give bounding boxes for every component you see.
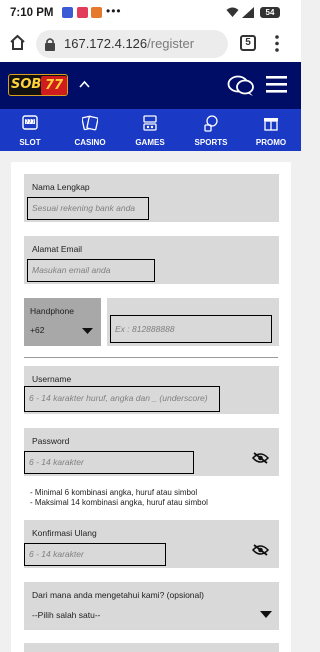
field-email: Alamat Email Masukan email anda: [24, 236, 279, 284]
nav-label: SLOT: [19, 138, 41, 147]
phone-code-select[interactable]: Handphone +62: [24, 298, 101, 346]
nama-input[interactable]: Sesuai rekening bank anda: [27, 197, 149, 220]
nav-item-games[interactable]: GAMES: [125, 109, 175, 151]
site-header: SOB 77: [0, 62, 301, 109]
password-input[interactable]: 6 - 14 karakter: [24, 451, 194, 474]
chat-icon[interactable]: [227, 75, 255, 97]
phone-label: Handphone: [30, 306, 74, 316]
slot-machine-icon: 777: [22, 115, 38, 130]
email-input[interactable]: Masukan email anda: [27, 259, 155, 282]
field-password: Password 6 - 14 karakter: [24, 428, 279, 476]
nav-label: GAMES: [135, 138, 165, 147]
phone-input[interactable]: Ex : 812888888: [110, 315, 272, 343]
source-selected: --Pilih salah satu--: [32, 610, 101, 620]
password-rule: - Maksimal 14 kombinasi angka, huruf ata…: [30, 498, 208, 507]
home-icon[interactable]: [9, 34, 26, 51]
sports-icon: [204, 115, 218, 132]
field-phone: Ex : 812888888: [107, 298, 279, 346]
dropdown-caret-icon: [82, 328, 93, 334]
eye-off-icon[interactable]: [252, 452, 269, 464]
cards-icon: [82, 115, 98, 131]
lock-icon[interactable]: [44, 37, 56, 51]
games-icon: [143, 115, 157, 131]
nav-label: SPORTS: [194, 138, 228, 147]
signal-icon: [242, 7, 254, 18]
field-konfirmasi: Konfirmasi Ulang 6 - 14 karakter: [24, 520, 279, 568]
address-bar[interactable]: 167.172.4.126/register: [36, 30, 228, 58]
nav-label: PROMO: [255, 138, 287, 147]
source-label: Dari mana anda mengetahui kami? (opsiona…: [32, 590, 204, 600]
username-input[interactable]: 6 - 14 karakter huruf, angka dan _ (unde…: [24, 386, 220, 412]
nav-item-promo[interactable]: PROMO: [246, 109, 296, 151]
heart-icon: [77, 7, 88, 18]
nav-item-slot[interactable]: 777 SLOT: [5, 109, 55, 151]
browser-toolbar: 167.172.4.126/register 5: [0, 26, 301, 62]
field-next: [24, 643, 279, 652]
status-time: 7:10 PM: [10, 7, 54, 19]
username-label: Username: [32, 374, 72, 384]
more-notifications-icon: •••: [106, 4, 122, 18]
category-nav: 777 SLOT CASINO GAMES SPORTS PROMO: [0, 109, 301, 151]
nav-item-casino[interactable]: CASINO: [65, 109, 115, 151]
konfirmasi-label: Konfirmasi Ulang: [32, 528, 97, 538]
phone-code-value: +62: [30, 325, 45, 335]
messenger-icon: [62, 7, 73, 18]
url-path: /register: [147, 36, 195, 51]
wifi-icon: [226, 7, 239, 17]
overflow-menu-icon[interactable]: [275, 35, 279, 52]
eye-off-icon[interactable]: [252, 544, 269, 556]
divider: [24, 357, 278, 358]
chevron-up-icon[interactable]: [79, 80, 90, 88]
field-nama-lengkap: Nama Lengkap Sesuai rekening bank anda: [24, 174, 279, 222]
svg-text:777: 777: [25, 120, 35, 126]
email-label: Alamat Email: [32, 244, 83, 254]
dropdown-caret-icon: [260, 611, 272, 618]
password-rule: - Minimal 6 kombinasi angka, huruf atau …: [30, 488, 198, 497]
status-bar: 7:10 PM ••• 54: [0, 0, 301, 26]
nama-label: Nama Lengkap: [32, 182, 90, 192]
password-label: Password: [32, 436, 70, 446]
battery-icon: 54: [260, 7, 280, 18]
nav-item-sports[interactable]: SPORTS: [186, 109, 236, 151]
nav-label: CASINO: [74, 138, 106, 147]
konfirmasi-input[interactable]: 6 - 14 karakter: [24, 543, 166, 566]
promo-icon: [264, 118, 278, 131]
field-username: Username 6 - 14 karakter huruf, angka da…: [24, 366, 279, 414]
url-host: 167.172.4.126: [64, 36, 148, 51]
logo-number: 77: [41, 76, 67, 95]
logo-text: SOB: [11, 77, 42, 92]
tab-switcher-button[interactable]: 5: [240, 35, 256, 51]
hamburger-menu-icon[interactable]: [266, 76, 287, 93]
site-logo[interactable]: SOB 77: [8, 74, 68, 96]
password-rules: - Minimal 6 kombinasi angka, huruf atau …: [30, 488, 208, 508]
url-text[interactable]: 167.172.4.126/register: [64, 36, 194, 51]
gallery-icon: [91, 7, 102, 18]
field-source-select[interactable]: Dari mana anda mengetahui kami? (opsiona…: [24, 582, 279, 630]
